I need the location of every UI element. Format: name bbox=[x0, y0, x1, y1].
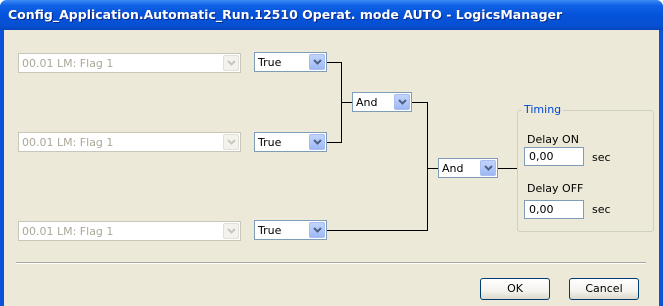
connector-line bbox=[412, 102, 428, 103]
connector-line bbox=[327, 230, 428, 231]
connector-line bbox=[427, 168, 438, 169]
timing-group-title: Timing bbox=[522, 103, 564, 116]
gate-select-1-value: And bbox=[356, 96, 378, 109]
delay-on-label: Delay ON bbox=[527, 133, 579, 146]
dialog-body: 00.01 LM: Flag 1 00.01 LM: Flag 1 00.01 … bbox=[4, 30, 659, 306]
chevron-down-icon[interactable] bbox=[480, 160, 496, 176]
gate-select-2-value: And bbox=[442, 162, 464, 175]
ok-button[interactable]: OK bbox=[480, 278, 550, 300]
source-select-3: 00.01 LM: Flag 1 bbox=[18, 221, 241, 241]
chevron-down-icon bbox=[223, 223, 239, 239]
chevron-down-icon bbox=[223, 134, 239, 150]
chevron-down-icon[interactable] bbox=[309, 54, 325, 70]
source-select-1: 00.01 LM: Flag 1 bbox=[18, 53, 241, 73]
source-select-3-value: 00.01 LM: Flag 1 bbox=[22, 225, 114, 238]
gate-select-1[interactable]: And bbox=[352, 92, 412, 112]
operator-select-2-value: True bbox=[258, 136, 282, 149]
source-select-2-value: 00.01 LM: Flag 1 bbox=[22, 136, 114, 149]
delay-off-label: Delay OFF bbox=[527, 182, 584, 195]
chevron-down-icon[interactable] bbox=[394, 94, 410, 110]
operator-select-1[interactable]: True bbox=[254, 52, 327, 72]
connector-line bbox=[327, 142, 342, 143]
connector-line bbox=[327, 62, 342, 63]
source-select-2: 00.01 LM: Flag 1 bbox=[18, 132, 241, 152]
delay-off-input[interactable]: 0,00 bbox=[524, 200, 584, 219]
delay-on-input[interactable]: 0,00 bbox=[524, 147, 584, 166]
chevron-down-icon[interactable] bbox=[309, 222, 325, 238]
title-bar[interactable]: Config_Application.Automatic_Run.12510 O… bbox=[0, 0, 663, 30]
operator-select-2[interactable]: True bbox=[254, 132, 327, 152]
delay-on-unit: sec bbox=[592, 151, 611, 164]
connector-line bbox=[341, 102, 352, 103]
cancel-button[interactable]: Cancel bbox=[569, 278, 639, 300]
connector-line bbox=[427, 102, 428, 231]
dialog-window: Config_Application.Automatic_Run.12510 O… bbox=[0, 0, 663, 306]
connector-line bbox=[498, 168, 517, 169]
window-title: Config_Application.Automatic_Run.12510 O… bbox=[8, 7, 563, 22]
operator-select-1-value: True bbox=[258, 56, 282, 69]
operator-select-3-value: True bbox=[258, 224, 282, 237]
delay-on-value: 0,00 bbox=[529, 150, 554, 163]
operator-select-3[interactable]: True bbox=[254, 220, 327, 240]
gate-select-2[interactable]: And bbox=[438, 158, 498, 178]
chevron-down-icon bbox=[223, 55, 239, 71]
delay-off-value: 0,00 bbox=[529, 203, 554, 216]
separator bbox=[16, 262, 646, 264]
source-select-1-value: 00.01 LM: Flag 1 bbox=[22, 57, 114, 70]
delay-off-unit: sec bbox=[592, 203, 611, 216]
chevron-down-icon[interactable] bbox=[309, 134, 325, 150]
